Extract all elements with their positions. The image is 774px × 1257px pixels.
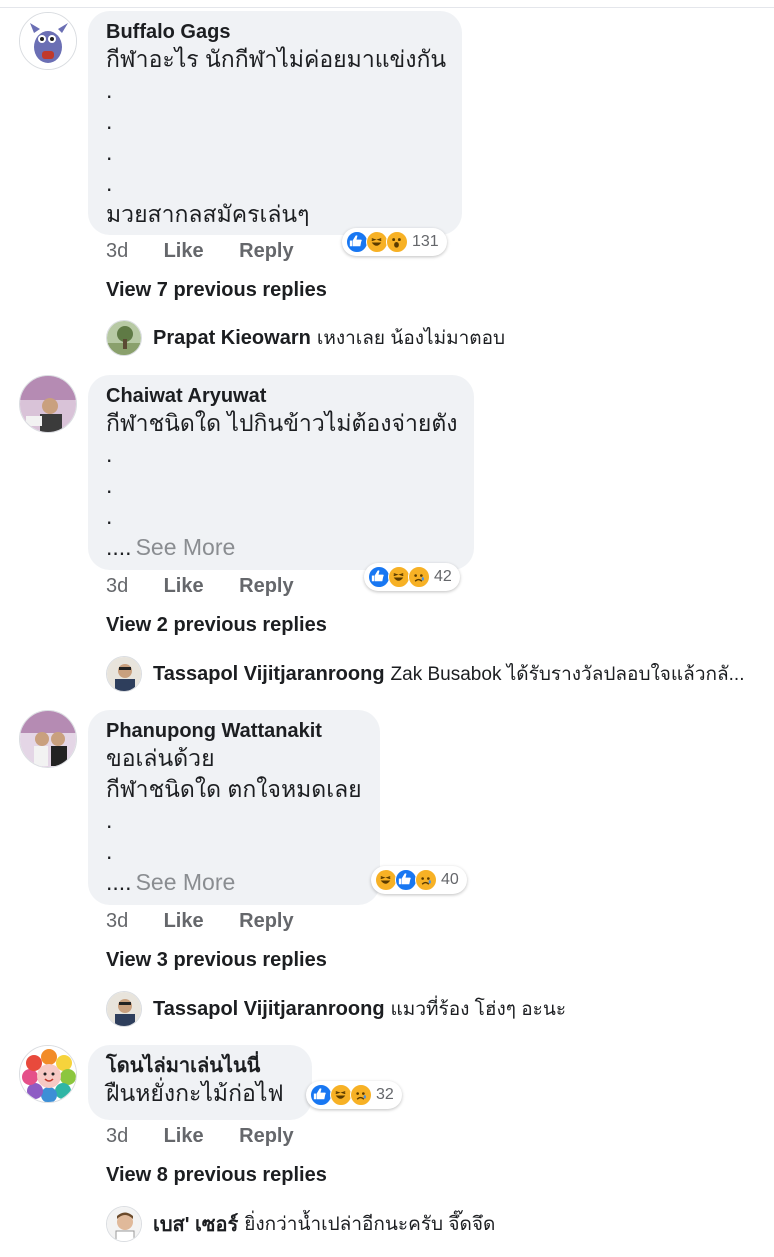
haha-icon xyxy=(388,566,410,588)
haha-icon xyxy=(366,231,388,253)
reply-author[interactable]: Tassapol Vijitjaranroong xyxy=(153,998,385,1021)
view-previous-replies[interactable]: View 3 previous replies xyxy=(106,949,327,972)
wow-icon xyxy=(386,231,408,253)
comment-bubble: โดนไล่มาเล่นไนนี่ ฝืนหยั่งกะไม้ก่อไฟ xyxy=(88,1045,312,1120)
comment-text-line: . xyxy=(106,108,113,134)
comment-text-line: . xyxy=(106,838,113,864)
view-previous-replies[interactable]: View 7 previous replies xyxy=(106,279,327,302)
reply-button[interactable]: Reply xyxy=(239,575,293,598)
reply-text: Zak Busabok ได้รับรางวัลปลอบใจแล้วกลั... xyxy=(390,664,745,685)
comment-author[interactable]: Buffalo Gags xyxy=(106,20,444,44)
like-icon xyxy=(346,231,368,253)
reply-text: ยิ่งกว่าน้ำเปล่าอีกนะครับ จึ๊ดจึด xyxy=(244,1214,496,1235)
see-more-link[interactable]: .... See More xyxy=(106,867,362,898)
comment-text-line: . xyxy=(106,807,113,833)
reaction-count: 131 xyxy=(412,233,439,250)
reaction-summary[interactable]: 131 xyxy=(342,228,447,256)
reaction-count: 42 xyxy=(434,568,452,585)
reply-text: แมวที่ร้อง โฮ่งๆ อะนะ xyxy=(390,999,567,1020)
comment-actions: 3d Like Reply xyxy=(106,1125,294,1148)
comment-text-line: . xyxy=(106,139,113,165)
like-icon xyxy=(395,869,417,891)
haha-icon xyxy=(330,1084,352,1106)
reply-author[interactable]: เบส' เซอร์ xyxy=(153,1208,238,1240)
avatar[interactable] xyxy=(106,1206,142,1242)
comment-author[interactable]: Phanupong Wattanakit xyxy=(106,719,362,743)
comment-text-line: . xyxy=(106,503,113,529)
comment-text-line: กีฬาอะไร นักกีฬาไม่ค่อยมาแข่งกัน xyxy=(106,46,447,72)
reply-preview[interactable]: Tassapol Vijitjaranroong Zak Busabok ได้… xyxy=(106,656,766,692)
avatar[interactable] xyxy=(19,375,77,433)
like-button[interactable]: Like xyxy=(164,240,234,263)
comment-timestamp[interactable]: 3d xyxy=(106,910,158,933)
avatar[interactable] xyxy=(106,656,142,692)
comment-text-line: . xyxy=(106,441,113,467)
comment-actions: 3d Like Reply xyxy=(106,910,294,933)
comment-text-line: มวยสากลสมัครเล่นๆ xyxy=(106,201,310,227)
see-more-label[interactable]: See More xyxy=(136,869,236,895)
sad-icon xyxy=(408,566,430,588)
comment-actions: 3d Like Reply xyxy=(106,575,294,598)
avatar[interactable] xyxy=(19,710,77,768)
reaction-count: 32 xyxy=(376,1086,394,1103)
reply-author[interactable]: Prapat Kieowarn xyxy=(153,327,311,350)
comment-bubble: Buffalo Gags กีฬาอะไร นักกีฬาไม่ค่อยมาแข… xyxy=(88,11,462,235)
see-more-link[interactable]: .... See More xyxy=(106,532,456,563)
see-more-dots: .... xyxy=(106,534,132,560)
comment-text-line: ฝืนหยั่งกะไม้ก่อไฟ xyxy=(106,1080,284,1106)
reply-text: เหงาเลย น้องไม่มาตอบ xyxy=(316,328,506,349)
comment-author[interactable]: Chaiwat Aryuwat xyxy=(106,384,456,408)
reply-author[interactable]: Tassapol Vijitjaranroong xyxy=(153,663,385,686)
comment-text-line: . xyxy=(106,77,113,103)
reply-preview[interactable]: เบส' เซอร์ ยิ่งกว่าน้ำเปล่าอีกนะครับ จึ๊… xyxy=(106,1206,766,1242)
reaction-summary[interactable]: 32 xyxy=(306,1081,402,1109)
like-icon xyxy=(368,566,390,588)
comment-timestamp[interactable]: 3d xyxy=(106,240,158,263)
sad-icon xyxy=(415,869,437,891)
reply-button[interactable]: Reply xyxy=(239,1125,293,1148)
avatar[interactable] xyxy=(19,12,77,70)
comment-text-line: ขอเล่นด้วย xyxy=(106,745,215,771)
comment-bubble: Phanupong Wattanakit ขอเล่นด้วย กีฬาชนิด… xyxy=(88,710,380,905)
comment-actions: 3d Like Reply xyxy=(106,240,294,263)
comment-author[interactable]: โดนไล่มาเล่นไนนี่ xyxy=(106,1054,294,1078)
reply-preview[interactable]: Prapat Kieowarn เหงาเลย น้องไม่มาตอบ xyxy=(106,320,766,356)
reply-button[interactable]: Reply xyxy=(239,910,293,933)
comment-text-line: กีฬาชนิดใด ตกใจหมดเลย xyxy=(106,776,362,802)
like-button[interactable]: Like xyxy=(164,1125,234,1148)
reply-preview[interactable]: Tassapol Vijitjaranroong แมวที่ร้อง โฮ่ง… xyxy=(106,991,766,1027)
comment-timestamp[interactable]: 3d xyxy=(106,575,158,598)
comment-text-line: . xyxy=(106,472,113,498)
comment-text-line: . xyxy=(106,170,113,196)
avatar[interactable] xyxy=(106,991,142,1027)
reply-button[interactable]: Reply xyxy=(239,240,293,263)
see-more-dots: .... xyxy=(106,869,132,895)
view-previous-replies[interactable]: View 8 previous replies xyxy=(106,1164,327,1187)
avatar[interactable] xyxy=(19,1045,77,1103)
reaction-summary[interactable]: 42 xyxy=(364,563,460,591)
like-button[interactable]: Like xyxy=(164,910,234,933)
comment-bubble: Chaiwat Aryuwat กีฬาชนิดใด ไปกินข้าวไม่ต… xyxy=(88,375,474,570)
see-more-label[interactable]: See More xyxy=(136,534,236,560)
reaction-summary[interactable]: 40 xyxy=(371,866,467,894)
avatar[interactable] xyxy=(106,320,142,356)
haha-icon xyxy=(375,869,397,891)
comment-text-line: กีฬาชนิดใด ไปกินข้าวไม่ต้องจ่ายตัง xyxy=(106,410,458,436)
like-button[interactable]: Like xyxy=(164,575,234,598)
top-divider xyxy=(0,7,774,8)
view-previous-replies[interactable]: View 2 previous replies xyxy=(106,614,327,637)
comment-timestamp[interactable]: 3d xyxy=(106,1125,158,1148)
sad-icon xyxy=(350,1084,372,1106)
like-icon xyxy=(310,1084,332,1106)
reaction-count: 40 xyxy=(441,871,459,888)
